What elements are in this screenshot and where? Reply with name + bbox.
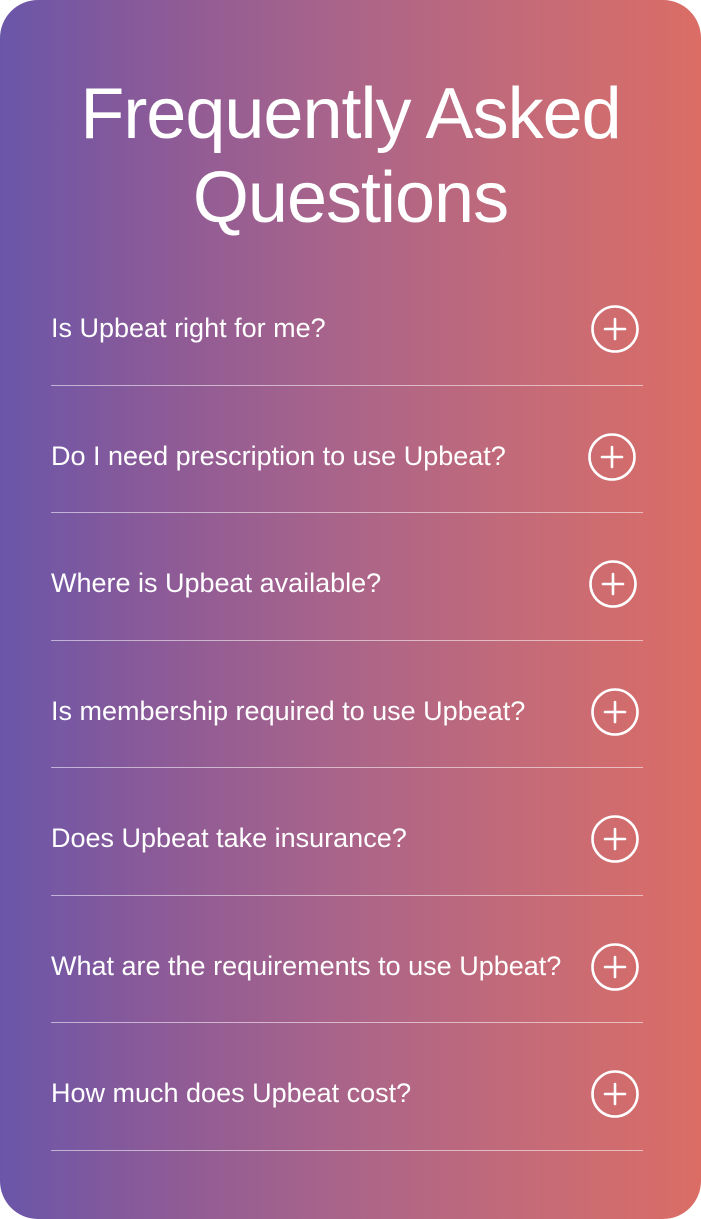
faq-item-right-for-me[interactable]: Is Upbeat right for me? — [51, 258, 643, 386]
plus-circle-icon[interactable] — [591, 305, 639, 353]
faq-question: What are the requirements to use Upbeat? — [51, 950, 562, 981]
plus-circle-icon[interactable] — [591, 687, 639, 736]
title-line-2: Questions — [192, 158, 509, 238]
faq-question: How much does Upbeat cost? — [51, 1078, 412, 1108]
plus-circle-icon[interactable] — [588, 432, 636, 481]
faq-item-availability[interactable]: Where is Upbeat available? — [51, 513, 643, 641]
plus-circle-icon[interactable] — [591, 1070, 639, 1118]
faq-question: Is Upbeat right for me? — [51, 313, 326, 343]
faq-item-prescription[interactable]: Do I need prescription to use Upbeat? — [51, 386, 643, 513]
faq-question: Is membership required to use Upbeat? — [51, 695, 526, 726]
faq-item-membership[interactable]: Is membership required to use Upbeat? — [51, 641, 643, 768]
faq-question: Where is Upbeat available? — [51, 568, 382, 598]
faq-list: Is Upbeat right for me? Do I need prescr… — [51, 258, 643, 1151]
plus-circle-icon[interactable] — [589, 560, 637, 608]
title-line-1: Frequently Asked — [80, 74, 621, 154]
faq-item-cost[interactable]: How much does Upbeat cost? — [51, 1023, 643, 1151]
faq-card: Frequently Asked Questions Is Upbeat rig… — [0, 0, 701, 1219]
page-title: Frequently Asked Questions — [0, 72, 701, 240]
faq-item-insurance[interactable]: Does Upbeat take insurance? — [51, 768, 643, 896]
faq-question: Do I need prescription to use Upbeat? — [51, 440, 506, 471]
plus-circle-icon[interactable] — [591, 942, 639, 991]
plus-circle-icon[interactable] — [591, 815, 639, 863]
faq-question: Does Upbeat take insurance? — [51, 823, 407, 853]
faq-item-requirements[interactable]: What are the requirements to use Upbeat? — [51, 896, 643, 1023]
